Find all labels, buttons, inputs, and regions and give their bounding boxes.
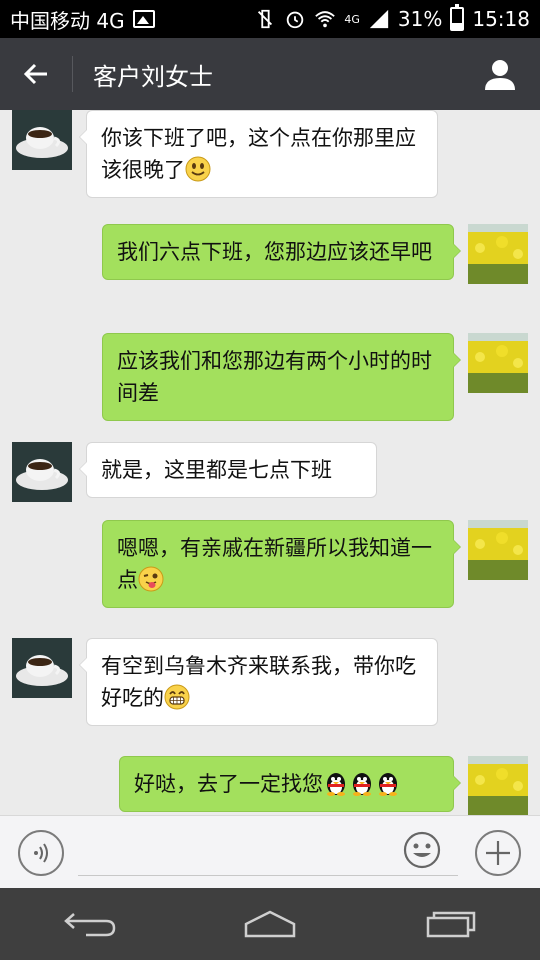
status-bar: 中国移动 4G 4G 31% 15:18 <box>0 0 540 38</box>
plus-icon <box>486 841 510 865</box>
penguin-emoji <box>327 773 345 796</box>
back-arrow-icon <box>23 63 47 85</box>
emoji-icon <box>403 831 441 869</box>
nav-home-icon <box>244 910 296 938</box>
smile-emoji <box>185 156 211 182</box>
chat-message-list[interactable]: 你该下班了吧，这个点在你那里应该很晚了 我们六点下班，您那边应该还早吧 应该我们… <box>0 110 540 815</box>
message-text: 好哒，去了一定找您 <box>134 772 323 796</box>
more-options-button[interactable] <box>475 830 521 876</box>
voice-input-button[interactable] <box>18 830 64 876</box>
nav-recents-button[interactable] <box>400 894 500 954</box>
grin-emoji <box>164 684 190 710</box>
message-text: 应该我们和您那边有两个小时的时间差 <box>117 349 432 405</box>
clock-time: 15:18 <box>472 7 530 31</box>
message-text: 有空到乌鲁木齐来联系我，带你吃好吃的 <box>101 654 416 710</box>
nav-home-button[interactable] <box>220 894 320 954</box>
message-bubble-incoming[interactable]: 你该下班了吧，这个点在你那里应该很晚了 <box>79 110 438 198</box>
person-icon <box>485 60 515 90</box>
message-bubble-outgoing[interactable]: 嗯嗯，有亲戚在新疆所以我知道一点 <box>102 520 461 608</box>
message-text: 嗯嗯，有亲戚在新疆所以我知道一点 <box>117 536 432 592</box>
system-navigation-bar <box>0 888 540 960</box>
message-bubble-incoming[interactable]: 就是，这里都是七点下班 <box>79 442 377 498</box>
nav-recents-icon <box>426 911 476 938</box>
back-button[interactable] <box>0 38 72 110</box>
signal-icon <box>369 9 389 29</box>
message-bubble-incoming[interactable]: 有空到乌鲁木齐来联系我，带你吃好吃的 <box>79 638 438 726</box>
message-input-bar <box>0 815 540 888</box>
vibrate-icon <box>258 9 273 29</box>
contact-avatar[interactable] <box>12 638 72 698</box>
wifi-icon <box>315 11 336 28</box>
message-bubble-outgoing[interactable]: 应该我们和您那边有两个小时的时间差 <box>102 333 461 421</box>
header-divider <box>72 56 73 92</box>
contact-avatar[interactable] <box>12 442 72 502</box>
alarm-icon <box>287 11 304 29</box>
message-bubble-outgoing[interactable]: 我们六点下班，您那边应该还早吧 <box>102 224 461 280</box>
tongue-wink-emoji <box>138 566 164 592</box>
chat-header: 客户刘女士 <box>0 38 540 110</box>
network-type-label: 4G <box>344 12 360 26</box>
battery-icon <box>450 4 465 31</box>
nav-back-icon <box>64 913 116 937</box>
my-avatar[interactable] <box>468 756 528 815</box>
battery-percent: 31% <box>397 7 443 31</box>
penguin-emoji <box>353 773 371 796</box>
emoji-button[interactable] <box>402 830 442 870</box>
contact-avatar[interactable] <box>12 110 72 170</box>
my-avatar[interactable] <box>468 224 528 284</box>
penguin-emoji <box>379 773 397 796</box>
chat-info-button[interactable] <box>460 38 540 110</box>
message-text: 就是，这里都是七点下班 <box>101 458 332 482</box>
page-title: 客户刘女士 <box>93 62 213 91</box>
message-text-input[interactable] <box>78 830 458 876</box>
voice-icon <box>34 843 48 863</box>
message-text: 你该下班了吧，这个点在你那里应该很晚了 <box>101 126 416 182</box>
my-avatar[interactable] <box>468 333 528 393</box>
message-text: 我们六点下班，您那边应该还早吧 <box>117 240 432 264</box>
carrier-label: 中国移动 4G <box>10 8 125 33</box>
image-notification-icon <box>132 10 155 28</box>
my-avatar[interactable] <box>468 520 528 580</box>
message-bubble-outgoing[interactable]: 好哒，去了一定找您 <box>119 756 461 812</box>
nav-back-button[interactable] <box>40 894 140 954</box>
